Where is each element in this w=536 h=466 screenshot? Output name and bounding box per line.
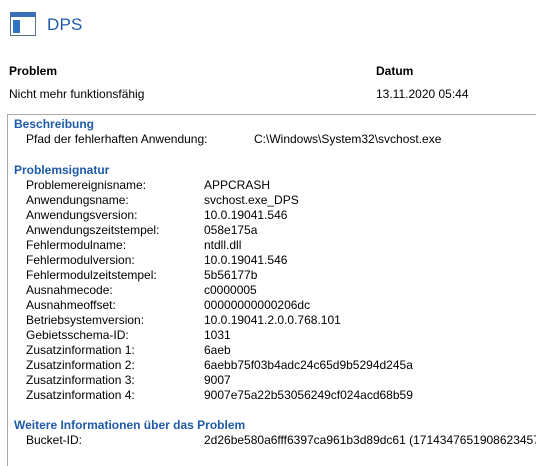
detail-value: 5b56177b — [204, 268, 258, 282]
detail-key: Fehlermodulzeitstempel: — [26, 268, 157, 282]
detail-key: Ausnahmeoffset: — [26, 298, 116, 312]
detail-value: 6aebb75f03b4adc24c65d9b5294d245a — [204, 358, 413, 372]
detail-key: Bucket-ID: — [26, 433, 83, 447]
detail-value: C:\Windows\System32\svchost.exe — [254, 132, 442, 146]
detail-value: 9007 — [204, 373, 231, 387]
problem-value[interactable]: Nicht mehr funktionsfähig — [9, 87, 144, 101]
detail-value: c0000005 — [204, 283, 257, 297]
detail-value: 058e175a — [204, 223, 258, 237]
detail-key: Ausnahmecode: — [26, 283, 113, 297]
detail-value: 10.0.19041.2.0.0.768.101 — [204, 313, 341, 327]
problem-column-header: Problem — [9, 64, 58, 78]
detail-value: 9007e75a22b53056249cf024acd68b59 — [204, 388, 413, 402]
detail-key: Problemereignisname: — [26, 178, 147, 192]
detail-value: 6aeb — [204, 343, 231, 357]
detail-value: ntdll.dll — [204, 238, 242, 252]
detail-value: 2d26be580a6fff6397ca961b3d89dc61 (171434… — [204, 433, 536, 447]
section-title-description: Beschreibung — [14, 117, 95, 131]
detail-key: Anwendungsversion: — [26, 208, 138, 222]
problem-details-panel: Beschreibung Pfad der fehlerhaften Anwen… — [7, 114, 536, 466]
detail-value: svchost.exe_DPS — [204, 193, 299, 207]
section-title-more-info: Weitere Informationen über das Problem — [14, 418, 246, 432]
detail-value: 00000000000206dc — [204, 298, 311, 312]
date-column-header: Datum — [376, 64, 414, 78]
detail-key: Anwendungszeitstempel: — [26, 223, 160, 237]
detail-value: APPCRASH — [204, 178, 271, 192]
detail-key: Pfad der fehlerhaften Anwendung: — [26, 132, 208, 146]
detail-key: Fehlermodulname: — [26, 238, 127, 252]
detail-value: 1031 — [204, 328, 231, 342]
date-value: 13.11.2020 05:44 — [376, 87, 469, 101]
detail-key: Zusatzinformation 2: — [26, 358, 135, 372]
detail-value: 10.0.19041.546 — [204, 253, 288, 267]
detail-key: Betriebsystemversion: — [26, 313, 145, 327]
detail-key: Gebietsschema-ID: — [26, 328, 129, 342]
application-window-icon — [9, 11, 39, 39]
section-title-signature: Problemsignatur — [14, 163, 110, 177]
detail-value: 10.0.19041.546 — [204, 208, 288, 222]
detail-key: Fehlermodulversion: — [26, 253, 135, 267]
window-header: DPS — [9, 11, 83, 39]
detail-key: Anwendungsname: — [26, 193, 129, 207]
detail-key: Zusatzinformation 4: — [26, 388, 135, 402]
detail-key: Zusatzinformation 3: — [26, 373, 135, 387]
app-title: DPS — [47, 15, 83, 34]
detail-key: Zusatzinformation 1: — [26, 343, 135, 357]
problem-report-window: { "app": { "title": "DPS", "icon": "appl… — [0, 0, 536, 466]
